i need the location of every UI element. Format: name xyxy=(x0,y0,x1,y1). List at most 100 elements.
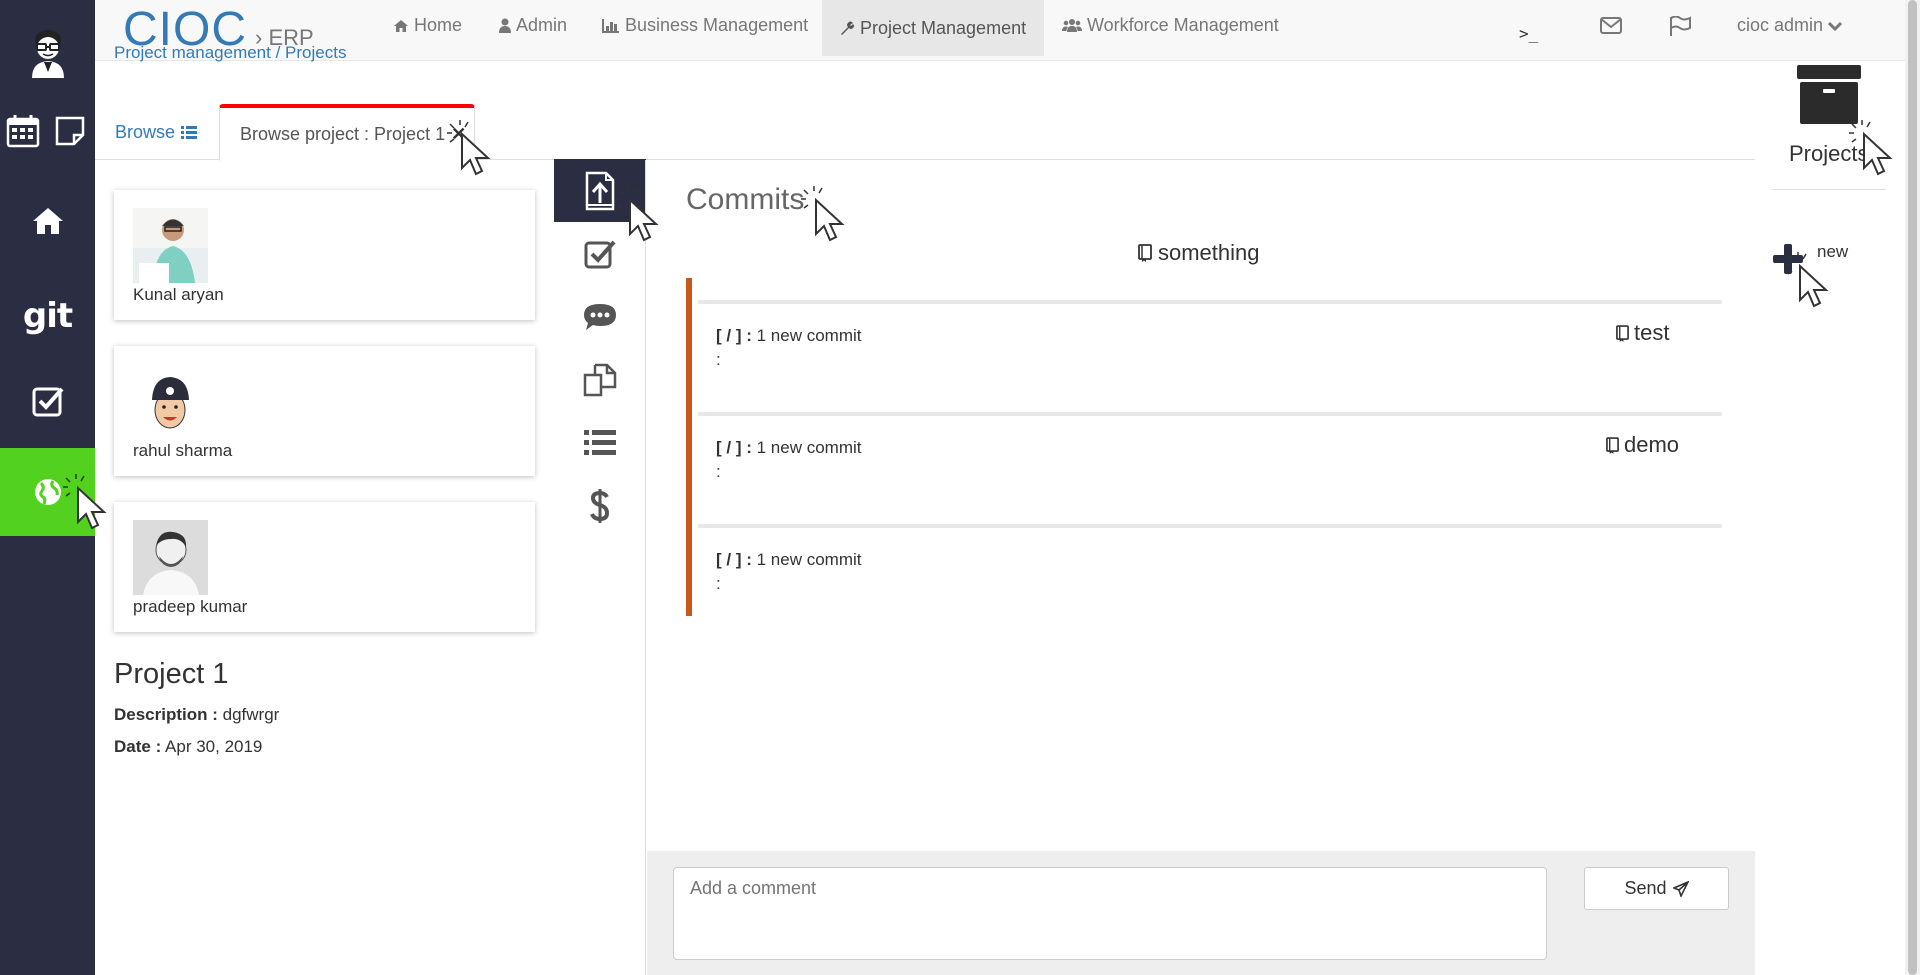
nav-home-label: Home xyxy=(414,15,463,35)
tab-browse[interactable]: Browse xyxy=(115,104,198,160)
commit-item[interactable]: [ / ] : 1 new commit : xyxy=(698,524,1722,634)
send-button[interactable]: Send xyxy=(1584,867,1729,910)
commit-text: 1 new commit xyxy=(756,326,862,345)
date-label: Date : xyxy=(114,737,162,756)
commit-text: 1 new commit xyxy=(756,550,862,569)
list-icon xyxy=(584,429,616,455)
projects-label: Projects xyxy=(1789,141,1869,166)
home-icon xyxy=(394,19,408,32)
right-panel-divider xyxy=(1773,189,1886,190)
repo-heading-label: something xyxy=(1158,240,1260,265)
note-icon[interactable] xyxy=(54,115,86,152)
nav-project-management[interactable]: Project Management xyxy=(822,0,1045,56)
section-billing[interactable] xyxy=(554,474,646,537)
commit-message: [ / ] : 1 new commit xyxy=(716,326,862,346)
scrollbar-thumb[interactable] xyxy=(1908,0,1917,975)
commit-item[interactable]: [ / ] : 1 new commit : demo xyxy=(698,412,1722,522)
mail-button[interactable] xyxy=(1600,0,1622,51)
project-section-bar xyxy=(554,159,646,537)
top-navbar: CIOC › ERP Home Admin Business Managemen… xyxy=(95,0,1905,61)
commit-path: [ / ] : xyxy=(716,550,752,569)
sidebar-row-tools xyxy=(0,112,95,154)
sidebar-item-home[interactable] xyxy=(0,200,95,242)
user-icon xyxy=(499,18,511,33)
wrench-icon xyxy=(841,21,854,35)
nav-business-management[interactable]: Business Management xyxy=(602,0,808,51)
close-icon[interactable]: ✕ xyxy=(451,124,466,145)
paper-plane-icon xyxy=(1672,880,1689,897)
dollar-icon xyxy=(590,488,610,523)
member-card[interactable]: pradeep kumar xyxy=(114,502,535,632)
commit-item[interactable]: [ / ] : 1 new commit : test xyxy=(698,300,1722,410)
sidebar-avatar[interactable] xyxy=(0,24,95,80)
flag-button[interactable] xyxy=(1669,0,1691,51)
section-commits[interactable] xyxy=(554,159,646,222)
avatar xyxy=(133,364,208,439)
section-chat[interactable] xyxy=(554,285,646,348)
commit-repo-label: demo xyxy=(1624,432,1680,457)
archive-icon xyxy=(1797,65,1861,124)
commit-repo[interactable]: test xyxy=(1616,320,1669,346)
nav-business-management-label: Business Management xyxy=(625,15,809,35)
nav-admin[interactable]: Admin xyxy=(499,0,567,51)
repo-heading[interactable]: something xyxy=(1138,240,1260,266)
globe-icon xyxy=(34,479,61,505)
chat-icon xyxy=(584,303,616,330)
send-button-label: Send xyxy=(1624,878,1667,898)
home-icon xyxy=(32,208,63,234)
project-description: Description : dgfwrgr xyxy=(114,705,279,725)
member-name: Kunal aryan xyxy=(133,285,224,304)
new-project-button[interactable]: new xyxy=(1773,242,1849,274)
member-name: rahul sharma xyxy=(133,441,233,460)
commit-repo[interactable]: demo xyxy=(1606,432,1679,458)
comment-area: Send xyxy=(647,851,1755,975)
new-project-label: new xyxy=(1817,242,1849,261)
section-tasks[interactable] xyxy=(554,222,646,285)
user-menu[interactable]: cioc admin xyxy=(1737,0,1843,51)
member-card[interactable]: Kunal aryan xyxy=(114,190,535,320)
avatar xyxy=(31,30,64,78)
tab-bar: Browse Browse project : Project 1 ✕ xyxy=(95,104,1755,161)
commit-repo-label: test xyxy=(1634,320,1670,345)
section-files[interactable] xyxy=(554,348,646,411)
sidebar-item-projects[interactable] xyxy=(0,448,95,536)
book-icon xyxy=(1616,324,1629,342)
commits-title: Commits xyxy=(686,183,805,216)
commit-path: [ / ] : xyxy=(716,438,752,457)
nav-project-management-label: Project Management xyxy=(860,17,1027,38)
comment-input[interactable] xyxy=(673,867,1547,960)
plus-icon xyxy=(1773,244,1803,274)
breadcrumb[interactable]: Project management / Projects xyxy=(114,46,346,64)
nav-workforce-management[interactable]: Workforce Management xyxy=(1062,0,1279,51)
calendar-icon[interactable] xyxy=(6,114,40,153)
user-menu-label: cioc admin xyxy=(1737,15,1824,35)
tab-browse-label: Browse xyxy=(115,121,176,142)
commit-detail: : xyxy=(716,574,721,593)
commit-text: 1 new commit xyxy=(756,438,862,457)
commit-message: [ / ] : 1 new commit xyxy=(716,550,862,570)
git-label: git xyxy=(22,296,73,336)
sidebar-item-git[interactable]: git xyxy=(0,292,95,340)
nav-admin-label: Admin xyxy=(516,15,568,35)
terminal-button[interactable]: >_ xyxy=(1519,8,1538,59)
upload-file-icon xyxy=(585,171,615,210)
envelope-icon xyxy=(1600,17,1622,34)
section-list[interactable] xyxy=(554,411,646,474)
member-card[interactable]: rahul sharma xyxy=(114,346,535,476)
avatar xyxy=(133,520,208,595)
member-name: pradeep kumar xyxy=(133,597,248,616)
commit-detail: : xyxy=(716,350,721,369)
copy-icon xyxy=(583,363,617,396)
sidebar-item-tasks[interactable] xyxy=(0,380,95,422)
commit-message: [ / ] : 1 new commit xyxy=(716,438,862,458)
terminal-icon: >_ xyxy=(1519,24,1539,43)
commit-list: [ / ] : 1 new commit : test [ / ] : 1 ne… xyxy=(686,278,1722,616)
nav-home[interactable]: Home xyxy=(393,0,462,51)
list-icon xyxy=(181,126,198,139)
scrollbar[interactable] xyxy=(1905,0,1920,975)
project-date: Date : Apr 30, 2019 xyxy=(114,737,262,757)
projects-archive-button[interactable] xyxy=(1797,63,1861,130)
tab-browse-project[interactable]: Browse project : Project 1 ✕ xyxy=(219,104,475,161)
bar-chart-icon xyxy=(602,19,619,33)
checkbox-icon xyxy=(584,240,616,268)
